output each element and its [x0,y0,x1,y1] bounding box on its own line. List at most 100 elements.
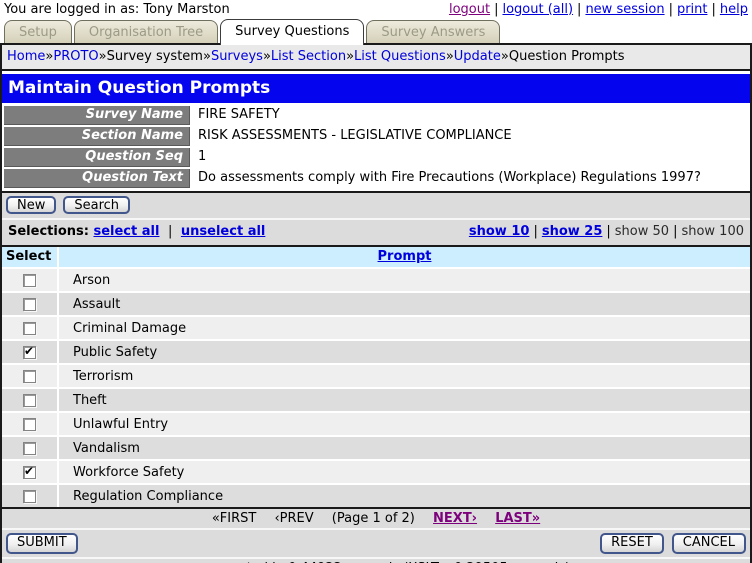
selections-label: Selections: [8,224,89,239]
field-value-question-text: Do assessments comply with Fire Precauti… [190,169,701,188]
select-cell [2,317,57,339]
breadcrumb-separator: » [501,49,509,64]
new-button[interactable]: New [6,196,56,214]
tab-setup[interactable]: Setup [4,20,72,43]
separator: | [669,2,673,17]
prompt-cell: Unlawful Entry [59,413,750,435]
table-row: Regulation Compliance [2,485,750,507]
prev-page-label: ‹PREV [274,511,313,526]
field-panel: Survey NameFIRE SAFETY Section NameRISK A… [2,103,750,191]
breadcrumb-item-survey-system: Survey system [107,49,203,64]
tab-organisation-tree[interactable]: Organisation Tree [74,20,218,43]
field-row: Section NameRISK ASSESSMENTS - LEGISLATI… [4,127,750,146]
row-checkbox[interactable] [23,346,36,359]
page-info: (Page 1 of 2) [332,511,415,526]
row-checkbox[interactable] [23,274,36,287]
breadcrumb-item-proto[interactable]: PROTO [53,49,98,64]
breadcrumb-item-home[interactable]: Home [7,49,45,64]
page-title: Maintain Question Prompts [2,74,750,103]
action-bar: SUBMIT RESET CANCEL [2,530,750,557]
column-header-prompt: Prompt [59,247,750,267]
row-checkbox[interactable] [23,394,36,407]
separator: | [712,2,716,17]
grid-header: Select Prompt [2,247,750,267]
selections-left: Selections: select all | unselect all [8,224,265,240]
show-25-link[interactable]: show 25 [542,224,603,239]
breadcrumb-item-list-section[interactable]: List Section [271,49,346,64]
reset-button[interactable]: RESET [600,533,664,554]
unselect-all-link[interactable]: unselect all [181,224,265,239]
session-bar: You are logged in as: Tony Marston logou… [0,0,752,17]
cancel-button[interactable]: CANCEL [672,533,746,554]
results-grid: Select Prompt ArsonAssaultCriminal Damag… [2,247,750,507]
tab-strip: SetupOrganisation TreeSurvey QuestionsSu… [0,17,752,45]
prompt-cell: Vandalism [59,437,750,459]
toolbar: New Search [2,193,750,218]
breadcrumb-separator: » [203,49,211,64]
prompt-cell: Theft [59,389,750,411]
row-checkbox[interactable] [23,442,36,455]
selections-bar: Selections: select all | unselect all sh… [2,220,750,245]
tab-survey-questions[interactable]: Survey Questions [220,19,364,45]
show-options: show 10|show 25|show 50|show 100 [469,224,744,240]
pagination-bar: «FIRST ‹PREV (Page 1 of 2) NEXT› LAST» [2,509,750,528]
logout-link[interactable]: logout [449,2,490,17]
print-link[interactable]: print [677,2,708,17]
new-session-link[interactable]: new session [585,2,664,17]
prompt-cell: Terrorism [59,365,750,387]
row-checkbox[interactable] [23,466,36,479]
row-checkbox[interactable] [23,490,36,503]
prompt-cell: Assault [59,293,750,315]
show-10-link[interactable]: show 10 [469,224,530,239]
field-label-section-name: Section Name [4,127,190,146]
field-row: Question Seq1 [4,148,750,167]
select-cell [2,365,57,387]
field-label-question-text: Question Text [4,169,190,188]
table-row: Criminal Damage [2,317,750,339]
breadcrumb-item-surveys[interactable]: Surveys [211,49,263,64]
breadcrumb-item-question-prompts: Question Prompts [509,49,625,64]
prompt-cell: Public Safety [59,341,750,363]
breadcrumb-item-update[interactable]: Update [454,49,501,64]
breadcrumb-separator: » [263,49,271,64]
table-row: Arson [2,269,750,291]
page: You are logged in as: Tony Marston logou… [0,0,752,563]
submit-button[interactable]: SUBMIT [6,533,78,554]
breadcrumb-separator: » [346,49,354,64]
column-header-select: Select [2,247,57,267]
row-checkbox[interactable] [23,322,36,335]
footer-timing-text: page created in 0.44922 seconds (XSLT= 0… [2,559,750,563]
select-cell [2,461,57,483]
last-page-link[interactable]: LAST» [495,511,540,526]
select-all-link[interactable]: select all [93,224,159,239]
table-row: Theft [2,389,750,411]
select-cell [2,413,57,435]
tab-survey-answers[interactable]: Survey Answers [366,20,500,43]
breadcrumb-item-list-questions[interactable]: List Questions [354,49,446,64]
table-row: Vandalism [2,437,750,459]
select-cell [2,437,57,459]
next-page-link[interactable]: NEXT› [433,511,477,526]
help-link[interactable]: help [720,2,748,17]
search-button[interactable]: Search [63,196,130,214]
select-cell [2,341,57,363]
session-links: logout|logout (all)|new session|print|he… [449,2,748,17]
select-cell [2,485,57,507]
field-label-survey-name: Survey Name [4,106,190,125]
prompt-cell: Arson [59,269,750,291]
row-checkbox[interactable] [23,370,36,383]
breadcrumb-separator: » [446,49,454,64]
select-cell [2,269,57,291]
show-50-label: show 50 [615,224,669,239]
select-cell [2,293,57,315]
logout-all-link[interactable]: logout (all) [502,2,573,17]
separator: | [533,224,537,239]
table-row: Workforce Safety [2,461,750,483]
field-row: Survey NameFIRE SAFETY [4,106,750,125]
content-frame: Home»PROTO»Survey system»Surveys»List Se… [0,45,752,563]
field-label-question-seq: Question Seq [4,148,190,167]
column-header-prompt-link[interactable]: Prompt [378,249,432,264]
row-checkbox[interactable] [23,418,36,431]
breadcrumb-separator: » [99,49,107,64]
row-checkbox[interactable] [23,298,36,311]
